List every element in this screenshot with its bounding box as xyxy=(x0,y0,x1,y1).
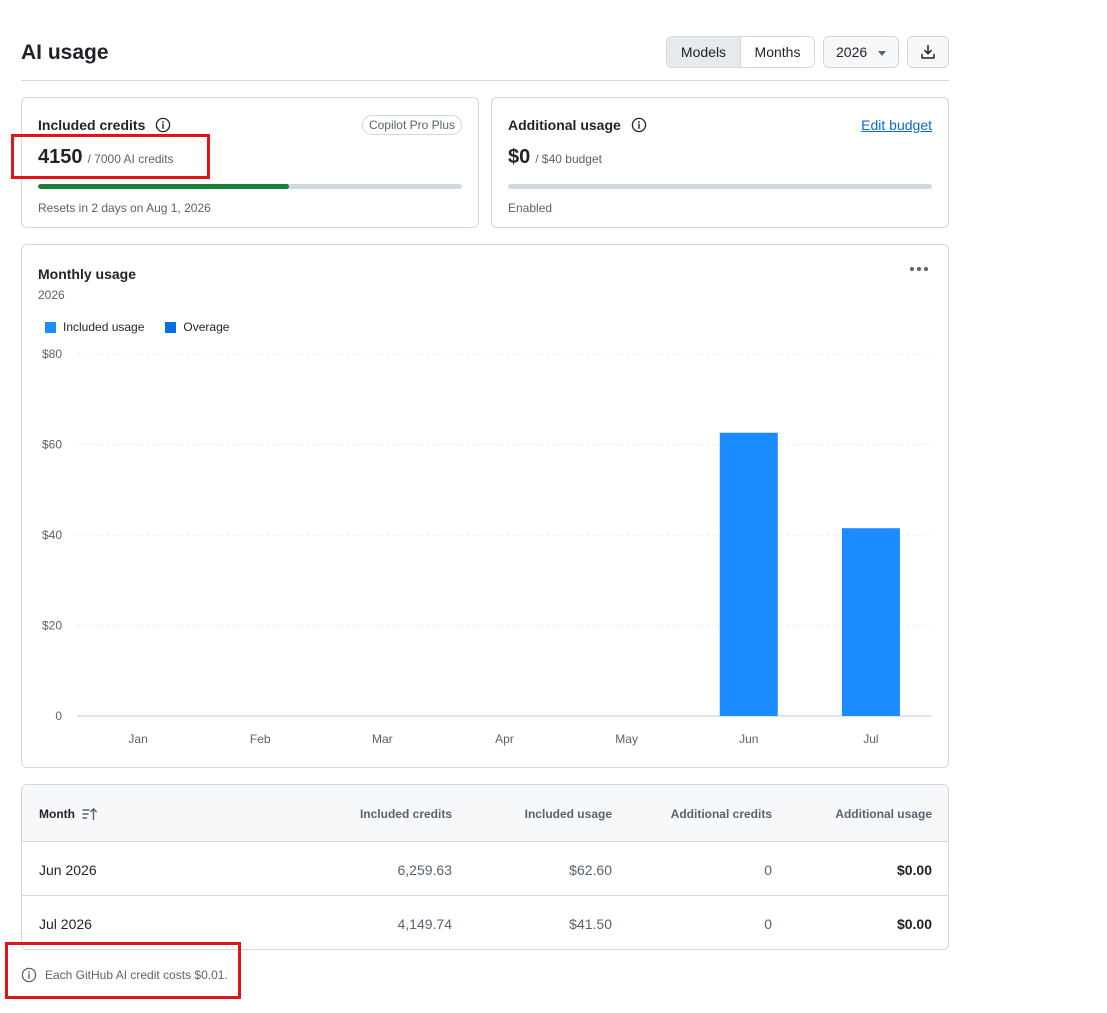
x-tick-label: Jan xyxy=(128,732,147,746)
monthly-usage-card: 0 $20 $40 $60 $80 Jan Feb Mar Apr May Jun Jul Month… xyxy=(21,244,949,768)
chart-title: Monthly usage xyxy=(38,266,137,282)
x-tick-label: Feb xyxy=(250,732,271,746)
y-tick-label: $20 xyxy=(42,619,62,633)
x-tick-label: Jun xyxy=(739,732,758,746)
page-title: AI usage xyxy=(21,41,109,64)
year-select[interactable]: 2026 xyxy=(823,36,899,68)
models-toggle-button[interactable]: Models xyxy=(667,37,741,67)
budget-spent: $0 xyxy=(508,146,531,168)
column-header-additional-usage[interactable]: Additional usage xyxy=(835,807,932,821)
cell-additional-usage: $0.00 xyxy=(896,862,932,878)
cell-included-credits: 4,149.74 xyxy=(397,916,453,932)
table-header: Month Included credits Included usage Ad… xyxy=(22,785,948,842)
x-tick-label: Apr xyxy=(495,732,514,746)
kebab-horizontal-icon[interactable] xyxy=(910,267,928,271)
bar-jul xyxy=(841,528,900,716)
included-credits-title-row: Included credits xyxy=(38,117,171,133)
budget-status: Enabled xyxy=(508,201,553,215)
cell-included-usage: $62.60 xyxy=(569,862,612,878)
column-header-month[interactable]: Month xyxy=(39,807,98,821)
x-tick-label: May xyxy=(615,732,638,746)
included-credits-title: Included credits xyxy=(38,117,146,133)
budget-value: $0 / $40 budget xyxy=(508,146,602,169)
page-header: AI usage Models Months 2026 xyxy=(21,36,949,81)
column-header-included-usage[interactable]: Included usage xyxy=(525,807,612,821)
credits-progress-bar xyxy=(38,184,462,189)
legend-swatch-included xyxy=(45,321,56,333)
table-row: Jun 2026 6,259.63 $62.60 0 $0.00 xyxy=(22,842,948,896)
column-header-additional-credits[interactable]: Additional credits xyxy=(671,807,772,821)
cell-included-credits: 6,259.63 xyxy=(397,862,453,878)
plan-badge: Copilot Pro Plus xyxy=(361,115,462,135)
chart-legend: Included usage Overage xyxy=(45,320,250,334)
cell-included-usage: $41.50 xyxy=(569,916,612,932)
cell-month: Jul 2026 xyxy=(39,916,92,932)
y-tick-label: $80 xyxy=(42,347,62,361)
legend-swatch-overage xyxy=(165,321,177,333)
info-icon[interactable] xyxy=(631,117,647,133)
edit-budget-link[interactable]: Edit budget xyxy=(861,117,932,133)
x-tick-label: Jul xyxy=(863,732,878,746)
additional-usage-card: Additional usage Edit budget $0 / $40 bu… xyxy=(491,97,949,228)
info-icon[interactable] xyxy=(155,117,171,133)
view-toggle: Models Months xyxy=(666,36,815,68)
legend-label-included: Included usage xyxy=(63,320,145,334)
legend-item-included[interactable]: Included usage xyxy=(45,320,144,334)
cell-additional-credits: 0 xyxy=(764,862,772,878)
cell-additional-usage: $0.00 xyxy=(896,916,932,932)
column-month-label: Month xyxy=(39,807,75,821)
year-select-value: 2026 xyxy=(836,44,868,60)
cell-additional-credits: 0 xyxy=(764,916,772,932)
annotation-box-credits xyxy=(11,134,210,179)
legend-item-overage[interactable]: Overage xyxy=(165,320,229,334)
budget-total: / $40 budget xyxy=(535,152,602,166)
y-tick-label: 0 xyxy=(55,709,62,723)
x-tick-label: Mar xyxy=(372,732,393,746)
credits-progress-fill xyxy=(38,184,290,189)
download-icon xyxy=(921,44,935,59)
y-tick-label: $40 xyxy=(42,528,62,542)
y-tick-label: $60 xyxy=(42,438,62,452)
triangle-down-icon xyxy=(878,51,886,56)
bar-jun xyxy=(719,432,778,716)
sort-ascending-icon[interactable] xyxy=(82,807,98,821)
months-toggle-button[interactable]: Months xyxy=(741,37,814,67)
additional-usage-title: Additional usage xyxy=(508,117,621,133)
budget-progress-bar xyxy=(508,184,932,189)
additional-usage-title-row: Additional usage xyxy=(508,117,647,133)
column-header-included-credits[interactable]: Included credits xyxy=(360,807,452,821)
annotation-box-footnote xyxy=(5,942,241,999)
download-button[interactable] xyxy=(907,36,949,68)
reset-text: Resets in 2 days on Aug 1, 2026 xyxy=(38,201,211,215)
legend-label-overage: Overage xyxy=(183,320,230,334)
chart-subtitle: 2026 xyxy=(38,288,65,302)
cell-month: Jun 2026 xyxy=(39,862,97,878)
usage-table: Month Included credits Included usage Ad… xyxy=(21,784,949,950)
